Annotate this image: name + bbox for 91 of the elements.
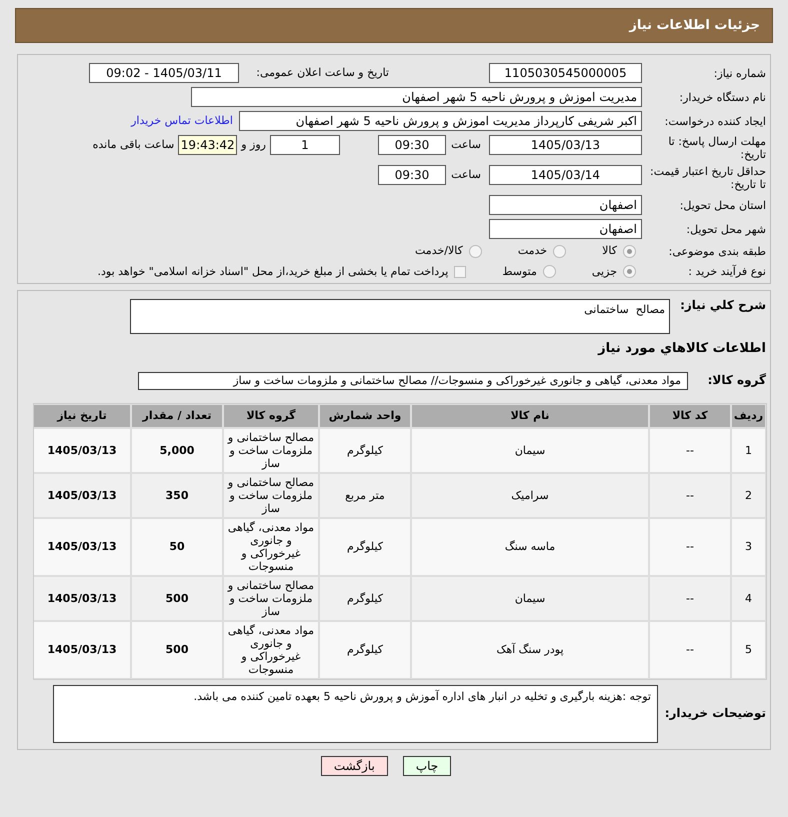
table-cell: متر مربع (320, 474, 410, 516)
field-label: ساعت (450, 137, 482, 153)
radio-label: جزیی (592, 264, 617, 280)
field-label: توضیحات خریدار: (664, 706, 766, 720)
table-cell: مصالح ساختمانی و ملزومات ساخت و ساز (224, 428, 318, 472)
table-cell: 50 (132, 518, 222, 574)
text-field[interactable]: 19:43:42 (178, 135, 238, 155)
column-header: ردیف (732, 404, 765, 426)
table-cell: کیلوگرم (320, 428, 410, 472)
field-label: ایجاد کننده درخواست: (664, 114, 766, 128)
column-header: نام کالا (412, 404, 648, 426)
table-cell: سیمان (412, 428, 648, 472)
radio-label: خدمت (518, 243, 548, 259)
checkbox[interactable] (454, 266, 466, 278)
column-header: واحد شمارش (320, 404, 410, 426)
table-cell: مواد معدنی، گیاهی و جانوری غیرخوراکی و منسوجات (224, 622, 318, 678)
back-button[interactable]: بازگشت (320, 756, 388, 776)
text-field[interactable]: 1 (270, 135, 340, 155)
table-cell: 3 (732, 518, 765, 574)
field-label: نام دستگاه خریدار: (679, 90, 766, 104)
field-label: تاریخ و ساعت اعلان عمومی: (255, 64, 389, 81)
notes-textarea[interactable]: توجه :هزینه بارگیری و تخلیه در انبار های اداره آموزش و پرورش ناحیه 5 بعهده تامین کننده می باشد. (53, 684, 658, 742)
table-cell: ماسه سنگ (412, 518, 648, 574)
table-cell: 500 (132, 576, 222, 620)
table-cell: -- (650, 428, 730, 472)
table-cell: 500 (132, 622, 222, 678)
field-label: استان محل تحویل: (680, 198, 766, 212)
table-cell: -- (650, 576, 730, 620)
table-cell: سیمان (412, 576, 648, 620)
radio-label: کالا/خدمت (415, 243, 463, 259)
table-cell: سرامیک (412, 474, 648, 516)
text-field[interactable]: 1405/03/14 (489, 165, 642, 185)
text-field[interactable]: 1405/03/13 (489, 135, 642, 155)
description-textarea[interactable]: مصالح ساختمانی (130, 299, 670, 334)
text-field[interactable]: 09:30 (378, 135, 446, 155)
radio-button[interactable] (553, 244, 566, 258)
radio-button[interactable] (542, 265, 556, 278)
column-header: تاریخ نیاز (34, 404, 130, 426)
table-cell: 1405/03/13 (34, 428, 130, 472)
table-cell: کیلوگرم (320, 622, 410, 678)
checkbox-label: پرداخت تمام یا بخشی از مبلغ خرید،از محل "اسناد خزانه اسلامی" خواهد بود. (98, 264, 448, 280)
table-cell: 1405/03/13 (34, 474, 130, 516)
table-cell: -- (650, 622, 730, 678)
text-field[interactable]: 1105030545000005 (489, 63, 642, 83)
table-cell: مصالح ساختمانی و ملزومات ساخت و ساز (224, 576, 318, 620)
section-heading: اطلاعات کالاهاي مورد نياز (598, 341, 766, 356)
column-header: گروه کالا (224, 404, 318, 426)
print-button[interactable]: چاپ (402, 756, 452, 776)
table-cell: مواد معدنی، گیاهی و جانوری غیرخوراکی و منسوجات (224, 518, 318, 574)
field-label: نوع فرآیند خرید : (688, 265, 766, 278)
table-cell: کیلوگرم (320, 518, 410, 574)
table-cell: مصالح ساختمانی و ملزومات ساخت و ساز (224, 474, 318, 516)
text-field[interactable]: مدیریت اموزش و پرورش ناحیه 5 شهر اصفهان (191, 87, 642, 107)
table-cell: 1405/03/13 (34, 518, 130, 574)
table-cell: 1 (732, 428, 765, 472)
field-label: شهر محل تحویل: (686, 222, 766, 236)
table-cell: پودر سنگ آهک (412, 622, 648, 678)
radio-button[interactable] (623, 265, 636, 278)
radio-button[interactable] (623, 244, 636, 258)
field-label: مهلت ارسال پاسخ: تا تاریخ: (668, 135, 766, 161)
text-field[interactable]: اکبر شریفی کارپرداز مدیریت اموزش و پرورش ناحیه 5 شهر اصفهان (239, 111, 642, 131)
text-field[interactable]: اصفهان (489, 195, 642, 215)
table-cell: کیلوگرم (320, 576, 410, 620)
field-label: طبقه بندی موضوعی: (668, 244, 766, 258)
field-label: ساعت باقی مانده (92, 137, 176, 153)
radio-button[interactable] (468, 244, 482, 258)
table-cell: 2 (732, 474, 765, 516)
radio-label: متوسط (502, 264, 537, 280)
table-cell: 1405/03/13 (34, 576, 130, 620)
text-field[interactable]: اصفهان (489, 219, 642, 239)
field-label: روز و (240, 137, 267, 153)
radio-label: کالا (602, 243, 617, 259)
table-cell: 4 (732, 576, 765, 620)
table-cell: 1405/03/13 (34, 622, 130, 678)
table-cell: 5 (732, 622, 765, 678)
goods-group-field: مواد معدنی، گیاهی و جانوری غیرخوراکی و منسوجات// مصالح ساختمانی و ملزومات ساخت و ساز (138, 372, 688, 390)
field-label: حداقل تاریخ اعتبار قیمت: تا تاریخ: (650, 165, 766, 191)
field-label: گروه کالا: (708, 373, 766, 387)
text-field[interactable]: 1405/03/11 - 09:02 (89, 63, 239, 83)
contact-link[interactable]: اطلاعات تماس خریدار (131, 112, 233, 130)
table-cell: 350 (132, 474, 222, 516)
page-title: جزئیات اطلاعات نیاز (629, 16, 760, 35)
field-label: ساعت (450, 167, 482, 183)
text-field[interactable]: 09:30 (378, 165, 446, 185)
table-cell: -- (650, 474, 730, 516)
column-header: کد کالا (650, 404, 730, 426)
field-label: شماره نیاز: (714, 66, 766, 80)
table-cell: 5,000 (132, 428, 222, 472)
column-header: تعداد / مقدار (132, 404, 222, 426)
table-cell: -- (650, 518, 730, 574)
field-label: شرح کلي نياز: (680, 298, 766, 312)
